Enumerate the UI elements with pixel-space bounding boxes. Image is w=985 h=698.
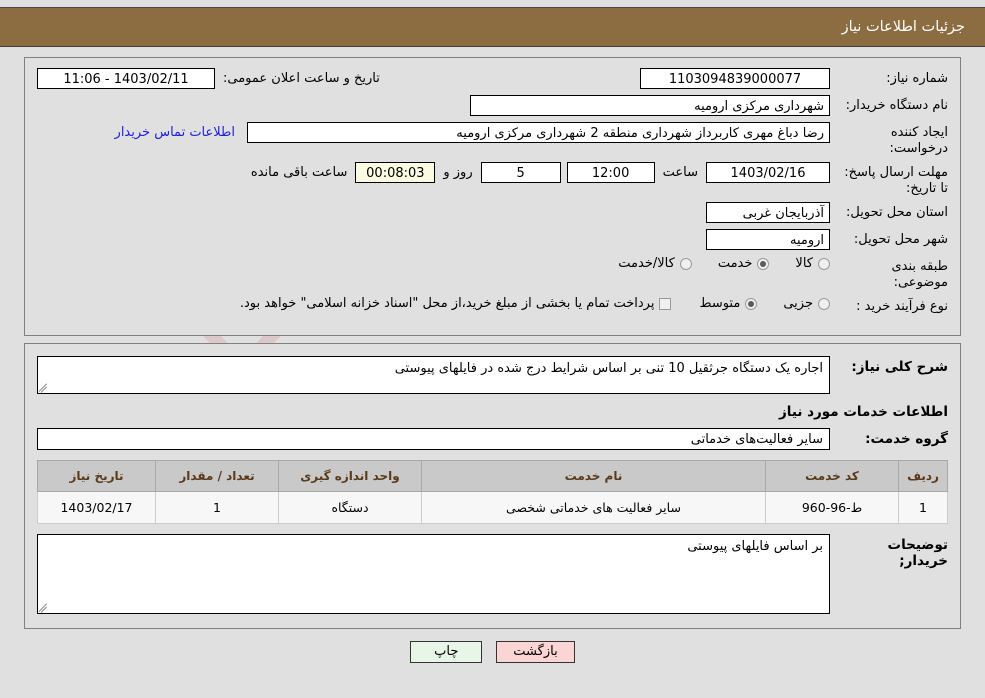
service-items-table-wrapper: ردیف کد خدمت نام خدمت واحد اندازه گیری ت… (37, 460, 948, 524)
table-header-radif: ردیف (898, 460, 948, 492)
general-desc-label: شرح کلی نیاز: (851, 359, 948, 375)
purchase-type-option-minor[interactable]: جزیی (783, 296, 830, 311)
row-deadline: مهلت ارسال پاسخ: تا تاریخ: 1403/02/16 سا… (37, 162, 948, 197)
buyer-org-label: نام دستگاه خریدار: (845, 98, 948, 113)
row-service-group: گروه خدمت: سایر فعالیت‌های خدماتی (37, 428, 948, 450)
cell-unit: دستگاه (278, 491, 422, 524)
purchase-type-label: نوع فرآیند خرید : (856, 299, 948, 314)
category-option-goods-service[interactable]: کالا/خدمت (618, 256, 692, 271)
service-details-panel: شرح کلی نیاز: اجاره یک دستگاه جرثقیل 10 … (24, 343, 961, 629)
buyer-notes-label: توضیحات خریدار; (887, 537, 948, 569)
purchase-type-option-medium[interactable]: متوسط (699, 296, 758, 311)
row-need-number: شماره نیاز: 1103094839000077 تاریخ و ساع… (37, 68, 948, 90)
service-group-label: گروه خدمت: (865, 431, 948, 447)
treasury-note-label: پرداخت تمام یا بخشی از مبلغ خرید،از محل … (239, 296, 655, 311)
deadline-label: مهلت ارسال پاسخ: تا تاریخ: (844, 165, 948, 196)
province-label: استان محل تحویل: (846, 205, 948, 220)
row-requester: ایجاد کننده درخواست: رضا دباغ مهری کاربر… (37, 122, 948, 157)
row-buyer-org: نام دستگاه خریدار: شهرداری مرکزی ارومیه (37, 95, 948, 117)
deadline-time-value[interactable]: 12:00 (566, 162, 655, 183)
deadline-time-label: ساعت (662, 165, 698, 180)
category-option-goods-service-label: کالا/خدمت (618, 256, 675, 271)
general-desc-textarea[interactable]: اجاره یک دستگاه جرثقیل 10 تنی بر اساس شر… (37, 356, 830, 394)
purchase-type-option-minor-label: جزیی (783, 296, 813, 311)
deadline-days-value[interactable]: 5 (480, 162, 561, 183)
province-value[interactable]: آذربایجان غربی (706, 202, 830, 223)
row-purchase-type: نوع فرآیند خرید : جزیی متوسط پرداخت تمام… (37, 296, 948, 318)
page-root: جزئیات اطلاعات نیاز شماره نیاز: 11030948… (0, 7, 985, 663)
cell-qty: 1 (155, 491, 279, 524)
row-general-desc: شرح کلی نیاز: اجاره یک دستگاه جرثقیل 10 … (37, 356, 948, 394)
table-header-code: کد خدمت (765, 460, 899, 492)
radio-icon-medium[interactable] (745, 297, 758, 310)
need-number-value[interactable]: 1103094839000077 (640, 68, 830, 89)
buyer-org-value[interactable]: شهرداری مرکزی ارومیه (470, 95, 830, 116)
deadline-days-label: روز و (443, 165, 473, 180)
row-city: شهر محل تحویل: ارومیه (37, 229, 948, 251)
cell-name: سایر فعالیت های خدماتی شخصی (421, 491, 766, 524)
page-header: جزئیات اطلاعات نیاز (0, 7, 985, 47)
deadline-countdown-label: ساعت باقی مانده (250, 165, 348, 180)
announce-value[interactable]: 11:06 - 1403/02/11 (37, 68, 215, 89)
print-button[interactable]: چاپ (410, 641, 483, 663)
category-option-goods-label: کالا (795, 256, 813, 271)
page-title: جزئیات اطلاعات نیاز (841, 19, 965, 35)
checkbox-icon-treasury[interactable] (659, 297, 672, 310)
table-header-name: نام خدمت (421, 460, 766, 492)
table-header-row: ردیف کد خدمت نام خدمت واحد اندازه گیری ت… (37, 460, 948, 492)
city-label: شهر محل تحویل: (853, 232, 948, 247)
need-info-panel: شماره نیاز: 1103094839000077 تاریخ و ساع… (24, 57, 961, 336)
deadline-date-value[interactable]: 1403/02/16 (706, 162, 830, 183)
category-radio-group: کالا خدمت کالا/خدمت (618, 256, 830, 271)
radio-icon-goods[interactable] (818, 257, 830, 270)
radio-icon-service[interactable] (757, 257, 770, 270)
table-header-unit: واحد اندازه گیری (278, 460, 422, 492)
announce-label: تاریخ و ساعت اعلان عمومی: (223, 71, 380, 86)
category-option-service[interactable]: خدمت (718, 256, 770, 271)
need-number-label: شماره نیاز: (886, 71, 948, 86)
row-buyer-notes: توضیحات خریدار; بر اساس فایلهای پیوستی (37, 534, 948, 614)
cell-code: ط-96-960 (765, 491, 899, 524)
row-province: استان محل تحویل: آذربایجان غربی (37, 202, 948, 224)
table-header-qty: تعداد / مقدار (155, 460, 279, 492)
footer-actions: بازگشت چاپ (0, 641, 985, 663)
cell-date: 1403/02/17 (37, 491, 156, 524)
service-group-value[interactable]: سایر فعالیت‌های خدماتی (37, 428, 830, 450)
table-header-date: تاریخ نیاز (37, 460, 156, 492)
service-items-table: ردیف کد خدمت نام خدمت واحد اندازه گیری ت… (37, 460, 948, 524)
requester-value[interactable]: رضا دباغ مهری کاربرداز شهرداری منطقه 2 ش… (247, 122, 830, 143)
deadline-countdown-value: 00:08:03 (355, 162, 436, 183)
back-button[interactable]: بازگشت (496, 641, 575, 663)
treasury-note-option[interactable]: پرداخت تمام یا بخشی از مبلغ خرید،از محل … (240, 296, 672, 311)
row-category: طبقه بندی موضوعی: کالا خدمت کالا/خدمت (37, 256, 948, 291)
category-label: طبقه بندی موضوعی: (891, 259, 949, 290)
table-row: 1 ط-96-960 سایر فعالیت های خدماتی شخصی د… (37, 491, 948, 524)
cell-radif: 1 (898, 491, 948, 524)
category-option-goods[interactable]: کالا (795, 256, 830, 271)
radio-icon-minor[interactable] (818, 297, 830, 310)
radio-icon-goods-service[interactable] (679, 257, 692, 270)
city-value[interactable]: ارومیه (706, 229, 830, 250)
category-option-service-label: خدمت (717, 256, 753, 271)
purchase-type-option-medium-label: متوسط (699, 296, 741, 311)
buyer-contact-link[interactable]: اطلاعات تماس خریدار (115, 125, 241, 140)
buyer-notes-textarea[interactable]: بر اساس فایلهای پیوستی (37, 534, 830, 614)
purchase-type-radio-group: جزیی متوسط (699, 296, 830, 311)
services-heading: اطلاعات خدمات مورد نیاز (778, 404, 948, 420)
requester-label: ایجاد کننده درخواست: (889, 125, 948, 156)
